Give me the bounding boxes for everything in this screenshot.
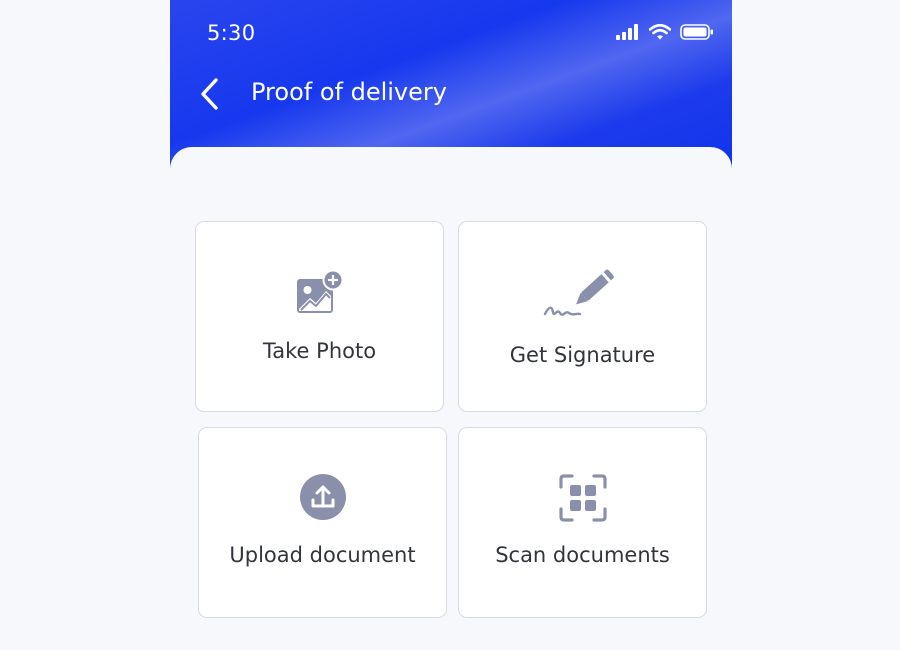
upload-document-card[interactable]: Upload document xyxy=(198,427,447,618)
scan-documents-card[interactable]: Scan documents xyxy=(458,427,707,618)
upload-icon xyxy=(299,473,347,525)
take-photo-card[interactable]: Take Photo xyxy=(195,221,444,412)
status-time: 5:30 xyxy=(207,21,256,45)
scan-documents-label: Scan documents xyxy=(495,543,670,567)
phone-screen: 5:30 Proof of delivery Take Photo Get Si… xyxy=(170,0,732,650)
page-title: Proof of delivery xyxy=(251,78,447,106)
image-add-icon xyxy=(295,269,345,321)
upload-document-label: Upload document xyxy=(229,543,416,567)
scan-icon xyxy=(558,473,608,527)
get-signature-label: Get Signature xyxy=(509,343,656,367)
back-button[interactable] xyxy=(192,74,228,114)
chevron-left-icon xyxy=(201,78,218,110)
status-icons xyxy=(616,23,714,44)
take-photo-label: Take Photo xyxy=(262,339,377,363)
battery-icon xyxy=(680,24,714,44)
signature-pen-icon xyxy=(543,264,623,324)
signal-icon xyxy=(616,24,640,44)
get-signature-card[interactable]: Get Signature xyxy=(458,221,707,412)
wifi-icon xyxy=(648,23,672,44)
